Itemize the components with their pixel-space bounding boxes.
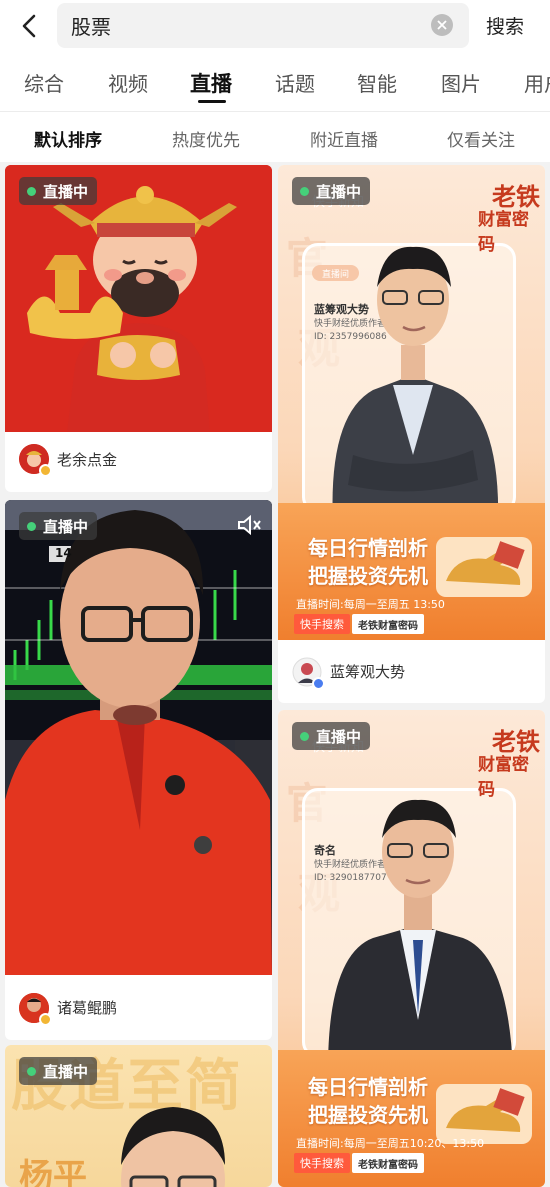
host-portrait — [332, 246, 499, 525]
sort-following[interactable]: 仅看关注 — [447, 126, 515, 151]
tab-images[interactable]: 图片 — [441, 68, 481, 97]
poster-search-tag: 快手搜索 — [294, 614, 350, 634]
live-thumbnail: 股道至简 杨平 直播中 — [5, 1045, 272, 1187]
tab-live[interactable]: 直播 — [190, 68, 232, 98]
live-badge: 直播中 — [292, 177, 371, 205]
brand-line2: 财富密码 — [478, 755, 529, 800]
streamer-name: 老余点金 — [57, 450, 118, 469]
active-tab-indicator — [198, 100, 226, 103]
live-badge-label: 直播中 — [316, 727, 362, 746]
sort-nearby[interactable]: 附近直播 — [310, 126, 378, 151]
live-thumbnail: 直播中 — [5, 165, 272, 432]
verified-icon — [39, 1012, 52, 1026]
sort-bar: 默认排序 热度优先 附近直播 仅看关注 — [0, 112, 550, 162]
chart-price-label: 14 — [55, 546, 72, 560]
search-input[interactable]: 股票 — [57, 3, 469, 48]
live-badge-label: 直播中 — [43, 182, 89, 201]
live-badge: 直播中 — [292, 722, 371, 750]
brand-line2: 财富密码 — [478, 210, 529, 255]
live-thumbnail: 14 直播中 — [5, 500, 272, 975]
back-button[interactable] — [14, 10, 46, 42]
tab-video[interactable]: 视频 — [108, 68, 148, 97]
chevron-left-icon — [22, 14, 36, 38]
live-badge: 直播中 — [19, 1057, 98, 1085]
poster-title-line1: 每日行情剖析 — [308, 1075, 428, 1099]
poster-keyword-tag: 老铁财富密码 — [352, 614, 424, 634]
name-overlay: 杨平 — [19, 1157, 87, 1187]
god-of-wealth-illustration — [5, 165, 272, 432]
streamer-row[interactable]: 老余点金 — [5, 426, 272, 492]
live-badge-label: 直播中 — [43, 1062, 89, 1081]
poster-title-line2: 把握投资先机 — [308, 564, 428, 588]
avatar — [19, 992, 52, 1026]
streamer-row[interactable]: 诸葛鲲鹏 — [5, 975, 272, 1040]
live-badge: 直播中 — [19, 512, 98, 540]
clear-icon[interactable] — [431, 14, 453, 36]
streamer-row[interactable]: 蓝筹观大势 — [278, 640, 545, 703]
live-card[interactable]: 官 观 奇名 快手财经优质作者 ID: 3290187707 快手新知 老铁 财… — [278, 710, 545, 1187]
live-card[interactable]: 官 观 直播间 蓝筹观大势 快手财经优质作者 ID: 2357996086 快手… — [278, 165, 545, 703]
avatar — [19, 444, 52, 477]
live-dot-icon — [300, 731, 309, 741]
tab-comprehensive[interactable]: 综合 — [24, 68, 64, 97]
live-card[interactable]: 股道至简 杨平 直播中 — [5, 1045, 272, 1187]
poster-keyword-tag: 老铁财富密码 — [352, 1153, 424, 1173]
sort-hot[interactable]: 热度优先 — [172, 126, 240, 151]
tab-topic[interactable]: 话题 — [275, 68, 315, 97]
verified-icon — [312, 676, 325, 690]
streamer-name: 蓝筹观大势 — [330, 663, 406, 681]
live-dot-icon — [300, 186, 309, 196]
streamer-name: 诸葛鲲鹏 — [57, 999, 118, 1017]
category-tabs: 综合 视频 直播 话题 智能 图片 用户 — [0, 52, 550, 112]
poster-title-line2: 把握投资先机 — [308, 1103, 428, 1127]
live-card[interactable]: 14 直播中 诸葛鲲鹏 — [5, 500, 272, 1040]
poster-time: 直播时间:每周一至周五 13:50 — [296, 598, 445, 611]
live-badge: 直播中 — [19, 177, 98, 205]
live-dot-icon — [27, 186, 36, 196]
tab-users[interactable]: 用户 — [524, 68, 550, 97]
live-thumbnail: 官 观 奇名 快手财经优质作者 ID: 3290187707 快手新知 老铁 财… — [278, 710, 545, 1187]
search-header: 股票 搜索 — [0, 0, 550, 52]
verified-icon — [39, 464, 52, 477]
avatar — [292, 656, 325, 690]
host-portrait — [121, 1107, 225, 1187]
poster-search-tag: 快手搜索 — [294, 1153, 350, 1173]
search-query: 股票 — [71, 15, 111, 39]
live-card[interactable]: 直播中 老余点金 — [5, 165, 272, 492]
poster-time: 直播时间:每周一至周五10:20、13:50 — [296, 1137, 485, 1150]
streamer-video-frame — [5, 500, 272, 975]
live-thumbnail: 官 观 直播间 蓝筹观大势 快手财经优质作者 ID: 2357996086 快手… — [278, 165, 545, 640]
tab-smart[interactable]: 智能 — [357, 68, 397, 97]
host-portrait — [328, 799, 513, 1070]
sort-default[interactable]: 默认排序 — [34, 126, 102, 151]
search-button[interactable]: 搜索 — [486, 12, 524, 39]
speaker-icon[interactable] — [236, 514, 262, 540]
live-badge-label: 直播中 — [316, 182, 362, 201]
live-dot-icon — [27, 1066, 36, 1076]
live-dot-icon — [27, 521, 36, 531]
poster-title-line1: 每日行情剖析 — [308, 536, 428, 560]
live-badge-label: 直播中 — [43, 517, 89, 536]
